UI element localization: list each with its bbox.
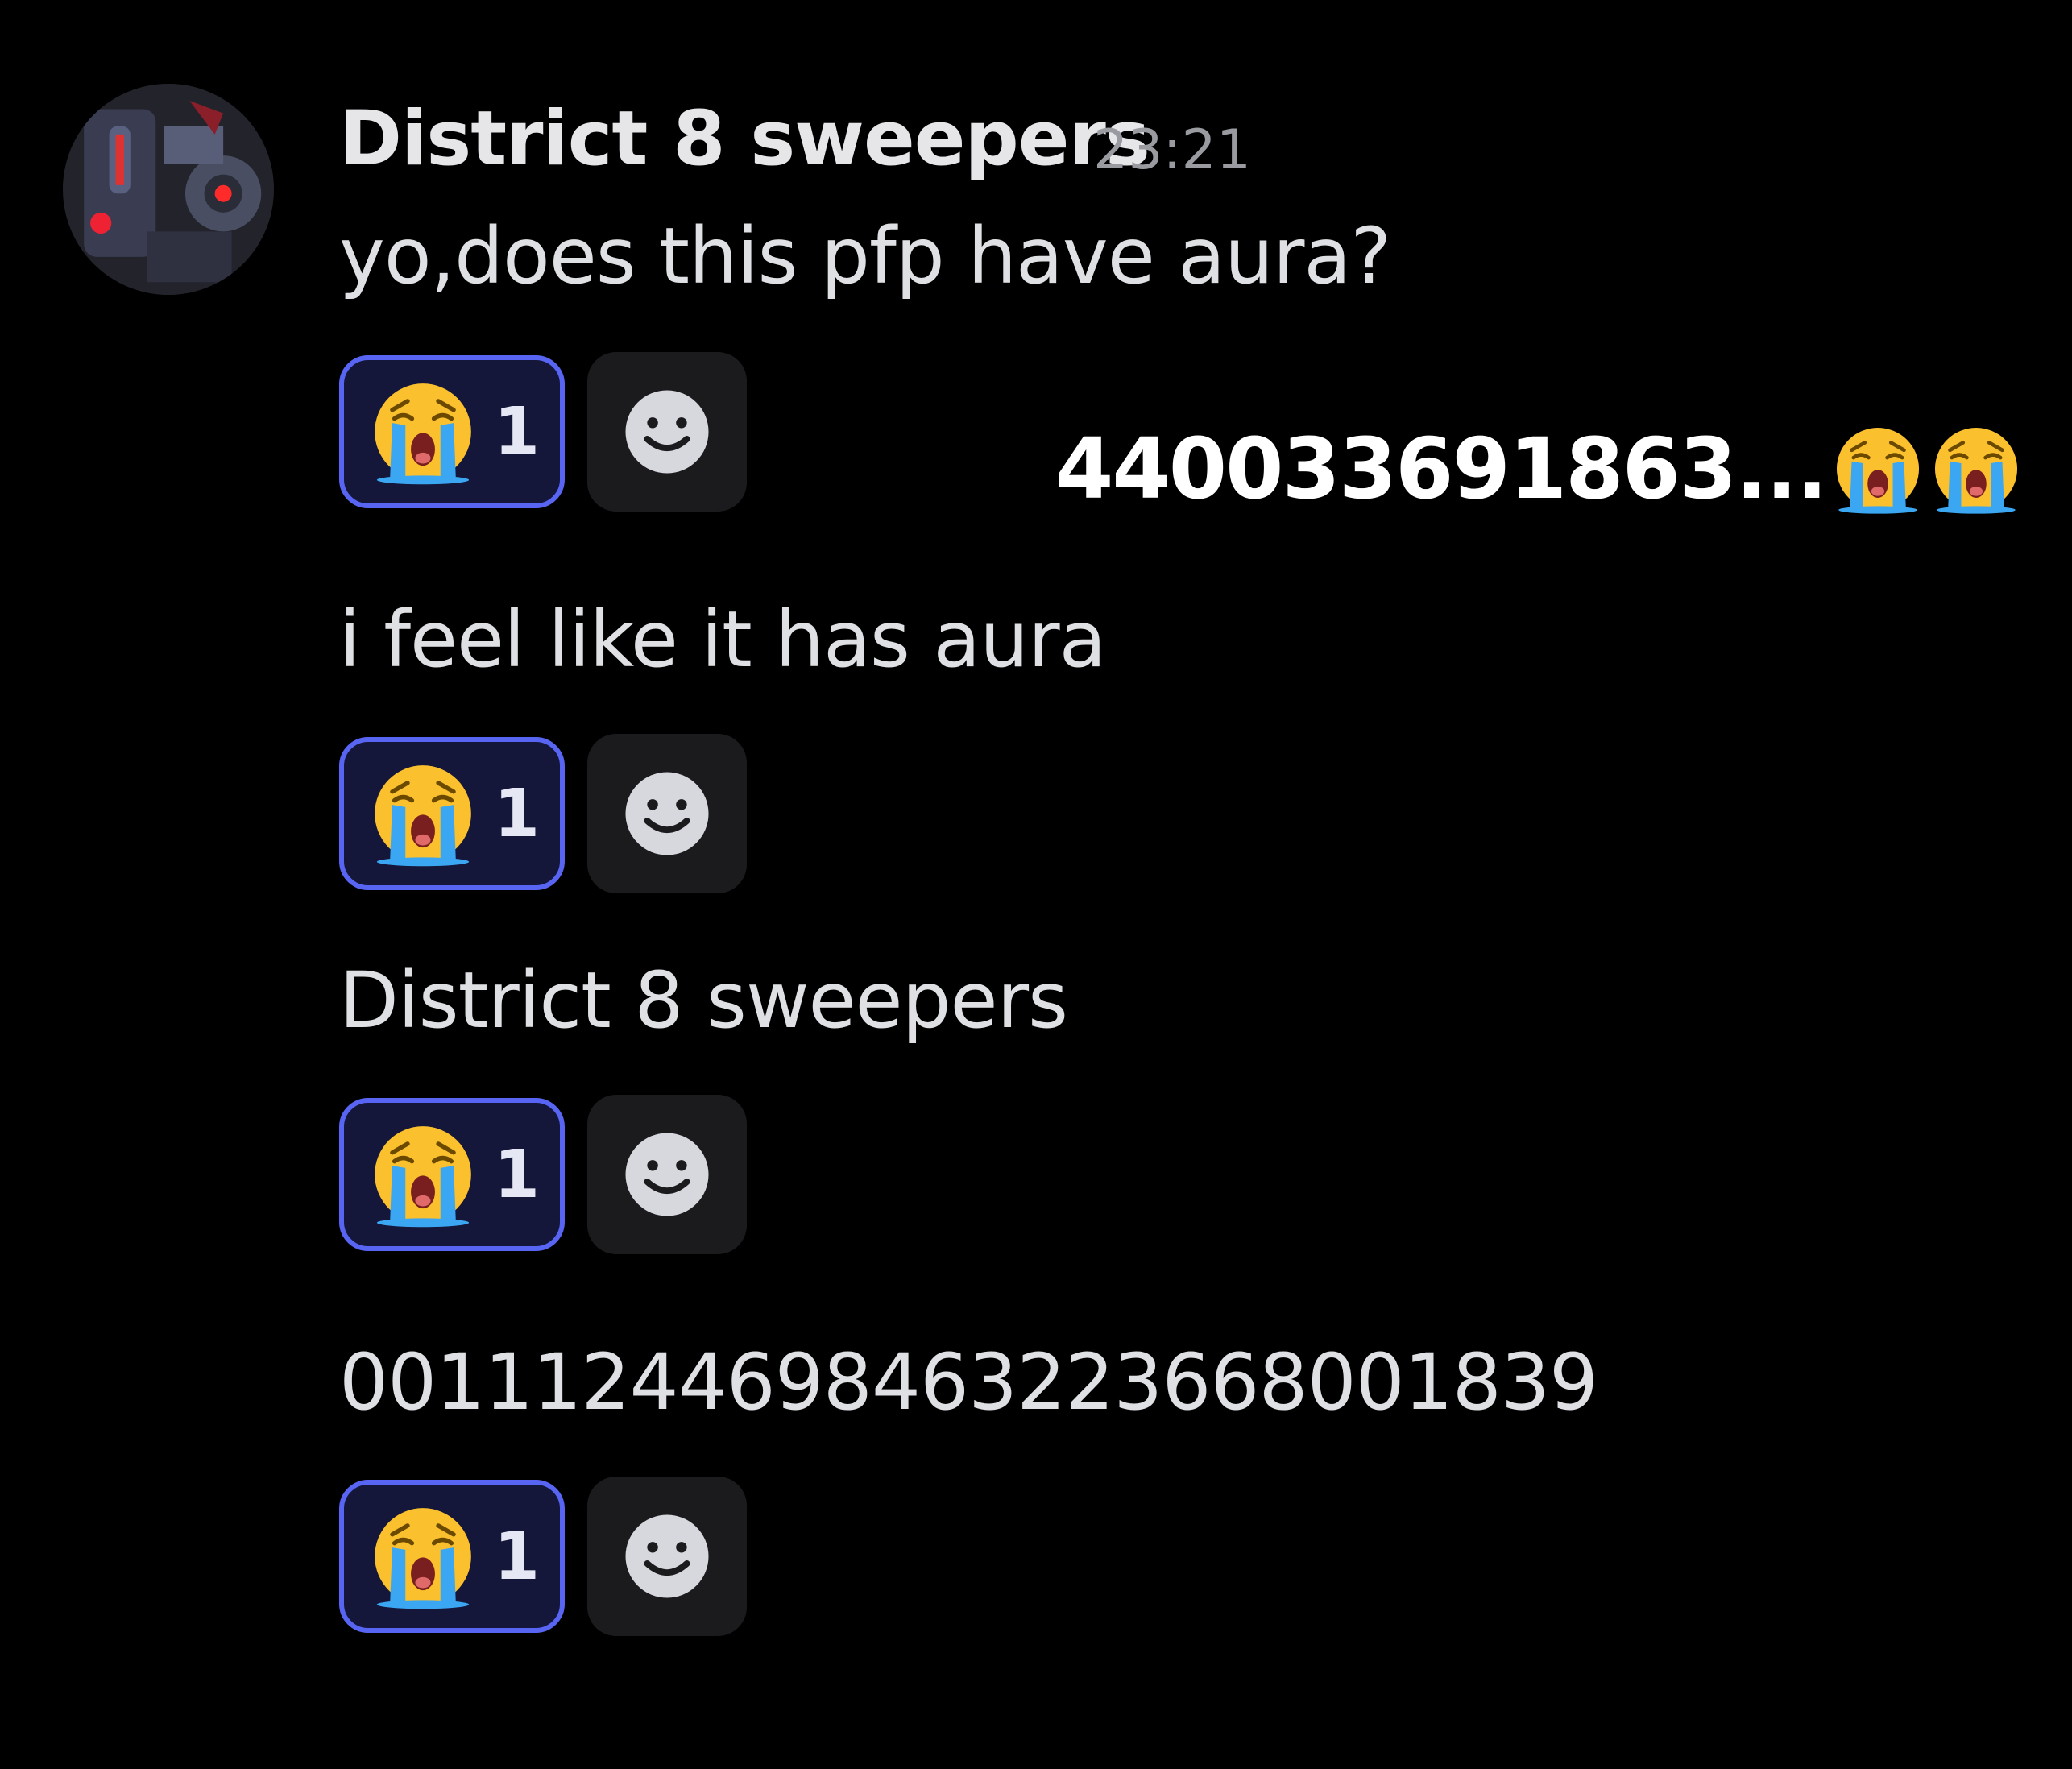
loudly-crying-face-icon [368, 1502, 478, 1611]
smiley-face-icon [622, 768, 712, 859]
message-timestamp: 23:21 [1093, 118, 1251, 182]
overlay-caption: 440033691863... [1055, 412, 2023, 525]
message-text-3: District 8 sweepers [339, 955, 1068, 1046]
smiley-face-icon [622, 387, 712, 477]
loudly-crying-face-icon [1929, 422, 2023, 516]
message-text-2: i feel like it has aura [339, 594, 1106, 685]
reaction-count: 1 [494, 775, 541, 852]
username[interactable]: District 8 sweepers [339, 95, 1150, 183]
reaction-row-2: 1 [339, 734, 747, 893]
overlay-caption-text: 440033691863... [1055, 420, 1828, 518]
loudly-crying-face-icon [368, 1120, 478, 1229]
message-text-4: 0011124469846322366800183‌9 [339, 1337, 1598, 1427]
smiley-face-icon [622, 1511, 712, 1601]
message-text-1: yo,does this pfp have aura? [339, 211, 1391, 301]
reaction-count: 1 [494, 1518, 541, 1595]
reaction-count: 1 [494, 1136, 541, 1213]
reaction-button[interactable]: 1 [339, 355, 565, 508]
add-reaction-button[interactable] [587, 1095, 747, 1254]
reaction-button[interactable]: 1 [339, 737, 565, 890]
add-reaction-button[interactable] [587, 734, 747, 893]
reaction-row-1: 1 [339, 352, 747, 512]
smiley-face-icon [622, 1129, 712, 1220]
reaction-row-3: 1 [339, 1095, 747, 1254]
reaction-count: 1 [494, 393, 541, 470]
reaction-button[interactable]: 1 [339, 1098, 565, 1251]
user-avatar[interactable] [63, 84, 274, 295]
loudly-crying-face-icon [368, 759, 478, 868]
add-reaction-button[interactable] [587, 1477, 747, 1636]
loudly-crying-face-icon [368, 377, 478, 487]
add-reaction-button[interactable] [587, 352, 747, 512]
reaction-button[interactable]: 1 [339, 1480, 565, 1633]
robot-avatar-icon [63, 84, 274, 295]
loudly-crying-face-icon [1831, 422, 1925, 516]
reaction-row-4: 1 [339, 1477, 747, 1636]
